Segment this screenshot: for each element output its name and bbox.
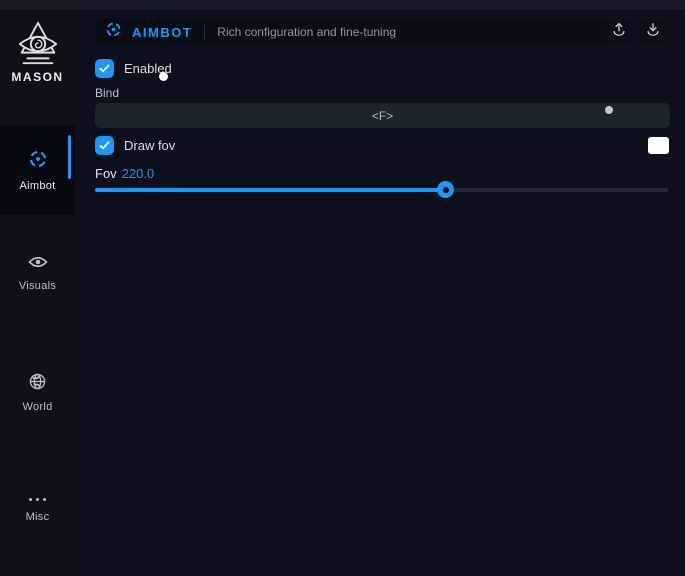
upload-icon xyxy=(610,21,628,44)
fov-slider-handle[interactable] xyxy=(437,181,454,198)
logo-label: MASON xyxy=(0,70,75,84)
draw-fov-label: Draw fov xyxy=(124,138,175,153)
page-header: AIMBOT Rich configuration and fine-tunin… xyxy=(95,18,607,46)
crosshair-icon xyxy=(28,149,48,174)
fov-label-row: Fov 220.0 xyxy=(95,166,154,181)
page-title: AIMBOT xyxy=(132,25,192,40)
download-icon xyxy=(644,21,662,44)
logo: MASON xyxy=(0,20,75,84)
fov-slider[interactable] xyxy=(95,188,668,192)
page-subtitle: Rich configuration and fine-tuning xyxy=(217,25,396,39)
eye-icon xyxy=(28,255,48,274)
header-divider xyxy=(204,25,205,40)
fov-label: Fov xyxy=(95,166,117,181)
main-panel: AIMBOT Rich configuration and fine-tunin… xyxy=(75,10,685,576)
sidebar-item-world[interactable]: World xyxy=(0,373,75,413)
enabled-checkbox[interactable] xyxy=(95,59,114,78)
sidebar-item-visuals[interactable]: Visuals xyxy=(0,255,75,292)
sidebar-item-label: World xyxy=(22,401,52,413)
eye-pyramid-icon xyxy=(0,20,75,68)
active-tab-indicator xyxy=(68,135,71,179)
sidebar-item-label: Misc xyxy=(26,511,50,523)
globe-icon xyxy=(29,373,46,395)
cursor-dot-secondary xyxy=(605,106,613,114)
crosshair-icon xyxy=(105,21,122,43)
mouse-cursor-dot xyxy=(159,72,168,81)
draw-fov-checkbox[interactable] xyxy=(95,136,114,155)
upload-config-button[interactable] xyxy=(606,20,632,44)
sidebar-item-label: Visuals xyxy=(19,280,56,292)
bind-label: Bind xyxy=(95,86,119,100)
window-top-strip xyxy=(0,0,685,10)
fov-slider-fill xyxy=(95,188,445,192)
sidebar-item-label: Aimbot xyxy=(19,180,55,192)
draw-fov-row: Draw fov xyxy=(95,136,175,155)
bind-input[interactable] xyxy=(95,103,670,128)
sidebar: MASON Aimbot Visuals xyxy=(0,10,75,576)
app-window: MASON Aimbot Visuals xyxy=(0,0,685,576)
fov-color-picker[interactable] xyxy=(648,137,669,154)
sidebar-item-aimbot[interactable]: Aimbot xyxy=(0,125,75,215)
fov-value: 220.0 xyxy=(122,166,155,181)
download-config-button[interactable] xyxy=(640,20,666,44)
sidebar-item-misc[interactable]: Misc xyxy=(0,493,75,523)
ellipsis-icon xyxy=(29,493,46,505)
